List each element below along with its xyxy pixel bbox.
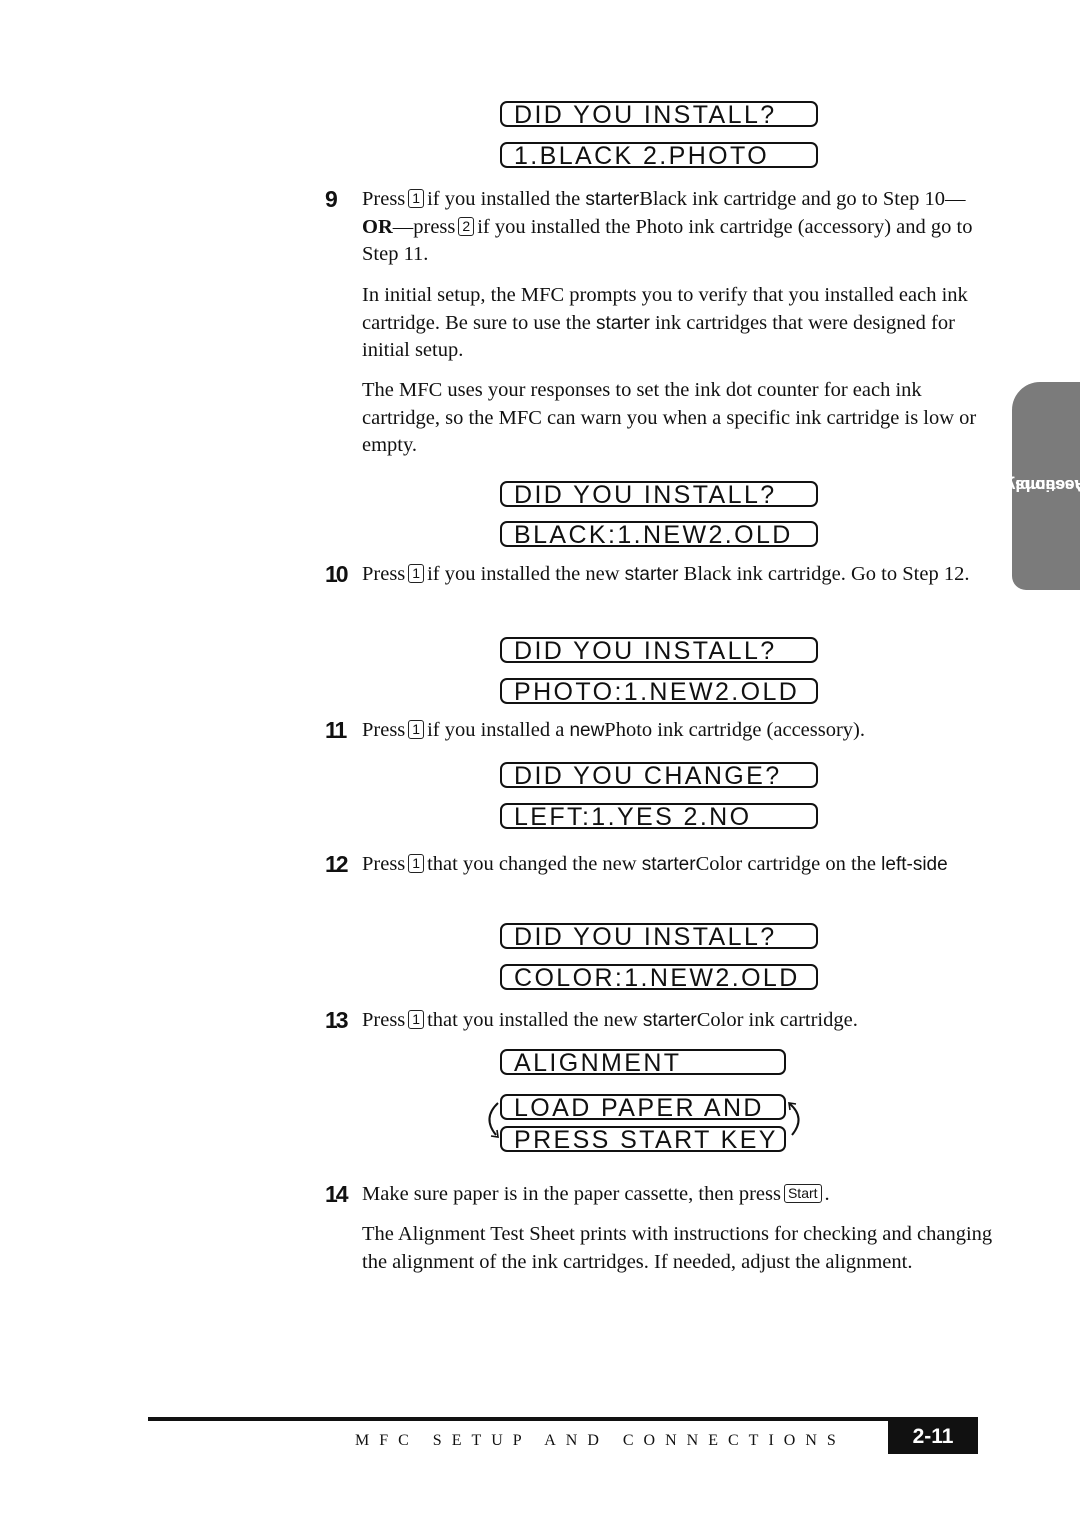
key-1-icon: 1 — [408, 564, 425, 583]
lcd-screen-line: 1.BLACK 2.PHOTO — [500, 142, 818, 169]
step-number: 9 — [322, 186, 338, 213]
paragraph: The MFC uses your responses to set the i… — [362, 379, 977, 456]
lcd-screen-line: ALIGNMENT — [500, 1049, 786, 1076]
lcd-screen-line: LEFT:1.YES 2.NO — [500, 803, 818, 830]
key-1-icon: 1 — [408, 720, 425, 739]
lcd-screen-line: DID YOU INSTALL? — [500, 923, 818, 950]
page-number: 2-11 — [888, 1420, 978, 1454]
footer-rule — [148, 1417, 978, 1421]
section-tab-label: Assembly andConnections — [971, 475, 1080, 495]
step-number: 12 — [322, 851, 349, 878]
lcd-screen-line: DID YOU INSTALL? — [500, 101, 818, 128]
lcd-screen-line: PHOTO:1.NEW2.OLD — [500, 678, 818, 705]
step-14-text: Make sure paper is in the paper cassette… — [362, 1183, 830, 1205]
step-number: 14 — [322, 1181, 349, 1208]
step-13-text: Press 1 that you installed the new starter… — [362, 1009, 858, 1031]
key-2-icon: 2 — [458, 216, 475, 236]
lcd-screen-line: LOAD PAPER AND — [500, 1094, 786, 1121]
lcd-screen-line: DID YOU INSTALL? — [500, 637, 818, 664]
step-number: 13 — [322, 1007, 349, 1034]
step-10-text: Press 1 if you installed the new starter B… — [362, 563, 970, 585]
step-number: 10 — [322, 561, 349, 588]
paragraph: The Alignment Test Sheet prints with ins… — [362, 1223, 993, 1273]
paragraph: In initial setup, the MFC prompts you to… — [362, 284, 968, 361]
lcd-screen-line: DID YOU CHANGE? — [500, 762, 818, 789]
key-1-icon: 1 — [408, 1010, 425, 1029]
step-9-text: Press 1 if you installed the starterBlack … — [362, 188, 973, 265]
lcd-screen-line: PRESS START KEY — [500, 1126, 786, 1153]
lcd-screen-line: BLACK:1.NEW2.OLD — [500, 521, 818, 548]
step-number: 11 — [322, 717, 347, 744]
cycle-left-arrow-icon — [488, 1102, 499, 1138]
key-1-icon: 1 — [408, 854, 425, 873]
start-key-icon: Start — [783, 1184, 822, 1203]
cycle-right-arrow-icon — [788, 1102, 800, 1136]
lcd-screen-line: DID YOU INSTALL? — [500, 481, 818, 508]
key-1-icon: 1 — [408, 189, 425, 208]
step-11-text: Press 1 if you installed a newPhoto ink ca… — [362, 719, 866, 741]
footer-title: MFC SETUP AND CONNECTIONS — [355, 1432, 846, 1449]
lcd-screen-line: COLOR:1.NEW2.OLD — [500, 964, 818, 991]
step-12-text: Press 1 that you changed the new starterCo… — [362, 853, 948, 875]
